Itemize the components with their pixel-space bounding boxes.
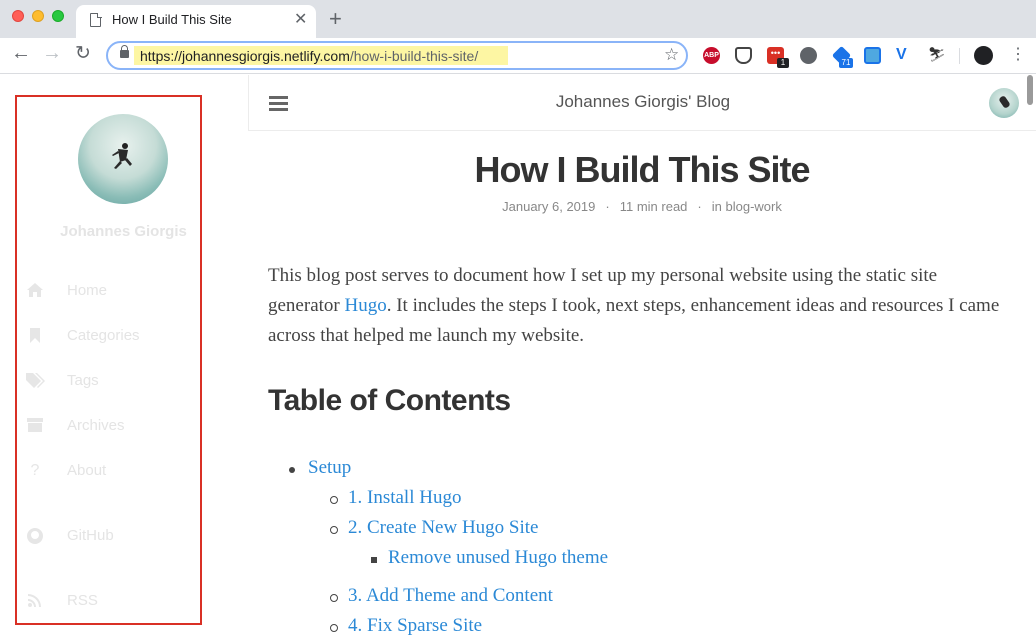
document-icon xyxy=(90,12,102,27)
sidebar-item-archives[interactable]: Archives xyxy=(25,417,195,437)
toc-link-create-site[interactable]: 2. Create New Hugo Site xyxy=(348,517,538,539)
page-scrollbar[interactable] xyxy=(1027,75,1033,105)
category-prefix: in xyxy=(711,199,722,214)
post-category-link[interactable]: blog-work xyxy=(726,199,782,214)
sidebar-item-tags[interactable]: Tags xyxy=(25,372,195,392)
toc-heading: Table of Contents xyxy=(268,384,511,417)
hat-icon[interactable]: ⛷ xyxy=(928,46,946,63)
post-intro: This blog post serves to document how I … xyxy=(268,261,1013,351)
sidebar-item-github[interactable]: GitHub xyxy=(25,527,195,547)
tab-close-icon[interactable]: ✕ xyxy=(294,9,307,29)
sidebar-item-label: RSS xyxy=(67,592,98,609)
browser-tab-bar: How I Build This Site ✕ + xyxy=(0,0,1036,38)
sidebar-item-categories[interactable]: Categories xyxy=(25,327,195,347)
post-meta: January 6, 2019 · 11 min read · in blog-work xyxy=(248,199,1036,214)
close-window-button[interactable] xyxy=(12,10,24,22)
tab-title: How I Build This Site xyxy=(112,12,232,27)
sidebar-item-rss[interactable]: RSS xyxy=(25,592,195,612)
github-icon xyxy=(25,527,45,545)
archive-icon xyxy=(25,417,45,435)
toc-link-remove-theme[interactable]: Remove unused Hugo theme xyxy=(388,547,608,569)
bookmark-icon xyxy=(25,327,45,345)
forward-arrow-icon[interactable]: → xyxy=(42,42,62,65)
sidebar-item-label: About xyxy=(67,462,107,479)
url-host: https://johannesgiorgis.netlify.com xyxy=(140,48,350,64)
toc-link-install-hugo[interactable]: 1. Install Hugo xyxy=(348,487,461,509)
sidebar-item-label: Tags xyxy=(67,372,99,389)
meta-separator: · xyxy=(605,199,610,214)
back-arrow-icon[interactable]: ← xyxy=(11,42,31,65)
list-bullet xyxy=(330,526,338,534)
sidebar-item-about[interactable]: ? About xyxy=(25,462,195,482)
site-header: Johannes Giorgis' Blog xyxy=(248,75,1036,131)
list-bullet xyxy=(330,496,338,504)
author-name[interactable]: Johannes Giorgis xyxy=(17,223,200,240)
toc-link-fix-sparse[interactable]: 4. Fix Sparse Site xyxy=(348,615,482,637)
zoom-window-button[interactable] xyxy=(52,10,64,22)
sidebar-item-label: GitHub xyxy=(67,527,114,544)
url-path: /how-i-build-this-site/ xyxy=(349,48,479,64)
blog-title[interactable]: Johannes Giorgis' Blog xyxy=(249,92,1036,112)
power-icon[interactable] xyxy=(800,47,817,64)
list-bullet xyxy=(330,594,338,602)
tag-badge: 71 xyxy=(839,58,853,68)
abp-icon[interactable]: ABP xyxy=(703,47,720,64)
toolbar-divider xyxy=(959,48,960,64)
home-icon xyxy=(25,282,45,300)
sidebar-item-home[interactable]: Home xyxy=(25,282,195,302)
toc-link-setup[interactable]: Setup xyxy=(308,457,351,479)
todo-badge: 1 xyxy=(777,58,789,68)
list-bullet xyxy=(289,467,295,473)
rss-icon xyxy=(25,592,45,610)
reload-icon[interactable]: ↻ xyxy=(75,42,91,65)
v-icon[interactable]: V xyxy=(896,46,913,63)
profile-avatar-icon[interactable] xyxy=(974,46,993,65)
grid-icon[interactable] xyxy=(864,47,881,64)
author-avatar[interactable] xyxy=(78,114,168,204)
hugo-link[interactable]: Hugo xyxy=(344,295,386,316)
browser-tab[interactable]: How I Build This Site ✕ xyxy=(76,5,316,38)
sidebar: Johannes Giorgis Home Categories Tags Ar… xyxy=(15,95,202,625)
url-text[interactable]: https://johannesgiorgis.netlify.com/how-… xyxy=(134,46,509,65)
sidebar-item-label: Home xyxy=(67,282,108,299)
browser-toolbar: ← → ↻ https://johannesgiorgis.netlify.co… xyxy=(0,38,1036,74)
minimize-window-button[interactable] xyxy=(32,10,44,22)
tags-icon xyxy=(25,372,45,390)
pocket-icon[interactable] xyxy=(735,47,752,64)
kebab-menu-icon[interactable]: ⋮ xyxy=(1010,44,1027,63)
list-bullet xyxy=(330,624,338,632)
bookmark-star-icon[interactable]: ☆ xyxy=(664,45,679,65)
list-bullet xyxy=(371,557,377,563)
lock-icon[interactable] xyxy=(120,45,129,58)
post-read-time: 11 min read xyxy=(619,199,688,214)
sidebar-item-label: Categories xyxy=(67,327,140,344)
sidebar-item-label: Archives xyxy=(67,417,125,434)
post-date: January 6, 2019 xyxy=(502,199,596,214)
new-tab-button[interactable]: + xyxy=(329,6,342,32)
page-viewport: Johannes Giorgis Home Categories Tags Ar… xyxy=(0,75,1036,641)
address-bar[interactable]: https://johannesgiorgis.netlify.com/how-… xyxy=(106,41,688,70)
header-avatar[interactable] xyxy=(989,88,1019,118)
question-icon: ? xyxy=(30,462,40,479)
toc-link-add-theme[interactable]: 3. Add Theme and Content xyxy=(348,585,553,607)
post-title: How I Build This Site xyxy=(474,149,810,190)
jumping-person-icon xyxy=(112,143,132,169)
meta-separator: · xyxy=(697,199,702,214)
